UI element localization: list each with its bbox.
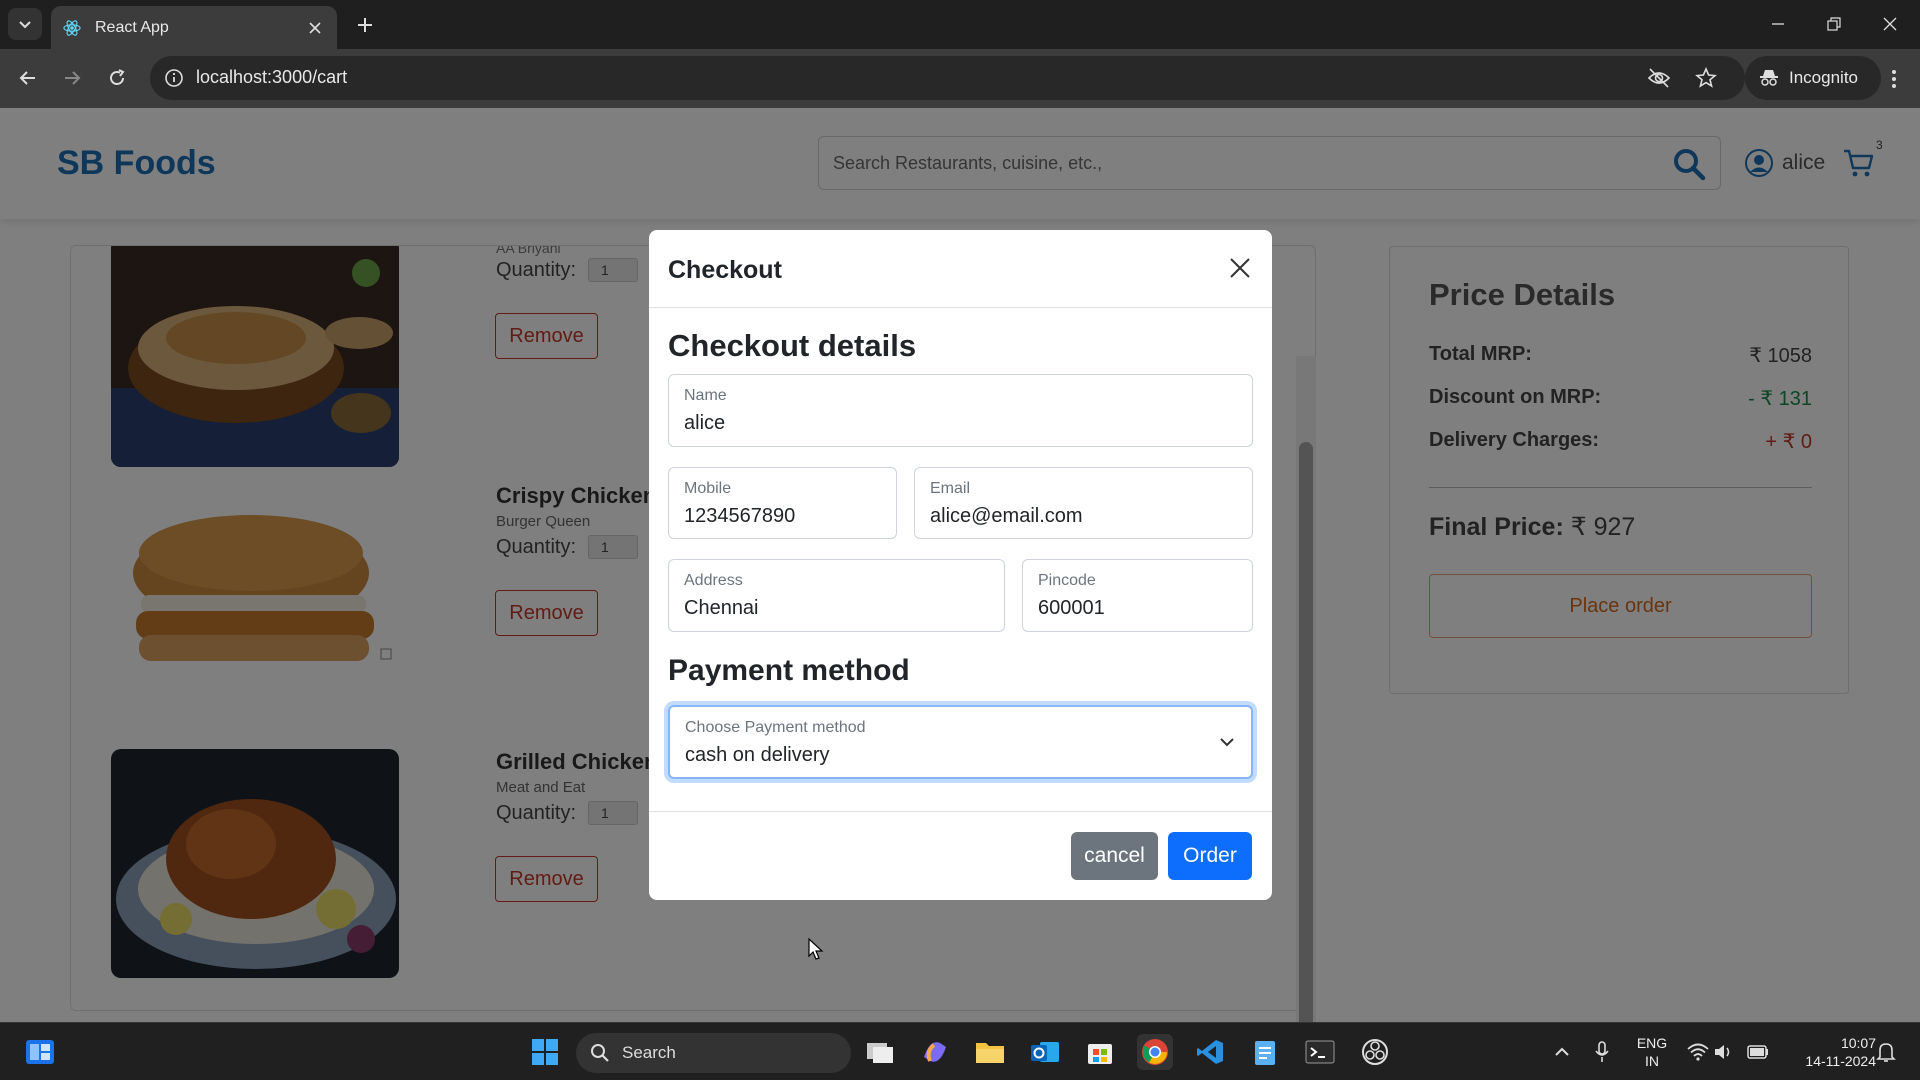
incognito-label: Incognito [1789,68,1858,87]
battery-icon[interactable] [1740,1034,1776,1070]
payment-method-value[interactable]: cash on delivery [685,744,830,767]
notification-bell-icon[interactable] [1868,1034,1904,1070]
pincode-label: Pincode [1038,572,1096,589]
page-viewport: SB Foods Search Restaurants, cuisine, et… [0,108,1920,1022]
browser-tab-active[interactable]: React App [51,6,337,49]
reload-button[interactable] [102,63,132,93]
clock[interactable]: 10:07 14-11-2024 [1780,1034,1876,1070]
browser-tabbar: React App [0,0,1920,49]
file-explorer-icon[interactable] [972,1034,1008,1070]
email-value[interactable]: alice@email.com [930,505,1083,528]
address-bar[interactable]: localhost:3000/cart [150,56,1745,100]
modal-header: Checkout [649,230,1272,308]
arrow-right-icon [65,71,81,85]
modal-title: Checkout [668,256,782,284]
checkout-details-heading: Checkout details [668,328,917,363]
pincode-field[interactable]: Pincode 600001 [1022,559,1253,632]
forward-button[interactable] [57,63,87,93]
address-value[interactable]: Chennai [684,597,759,620]
search-icon [591,1044,609,1062]
chrome-icon[interactable] [1137,1034,1173,1070]
address-field[interactable]: Address Chennai [668,559,1005,632]
chevron-up-icon[interactable] [1544,1034,1580,1070]
close-icon [1883,17,1897,31]
browser-menu-button[interactable] [1882,65,1906,93]
taskbar: Search ENG IN 10:07 14-11-2024 [0,1022,1920,1080]
payment-method-heading: Payment method [668,654,910,687]
tab-title: React App [95,18,169,36]
more-vertical-icon [1892,70,1896,88]
restore-icon [1827,17,1841,31]
widgets-icon[interactable] [22,1034,58,1070]
chevron-down-icon[interactable] [1219,734,1235,750]
email-field[interactable]: Email alice@email.com [914,467,1253,539]
volume-icon[interactable] [1706,1034,1742,1070]
payment-method-label: Choose Payment method [685,719,866,736]
notepad-icon[interactable] [1247,1034,1283,1070]
react-icon [63,19,81,36]
tab-close-icon[interactable] [305,18,325,38]
reload-icon [110,69,125,85]
mobile-label: Mobile [684,480,732,497]
modal-close-button[interactable] [1226,254,1254,282]
clock-time: 10:07 [1840,1035,1876,1051]
clock-date: 14-11-2024 [1805,1053,1876,1069]
payment-method-select[interactable]: Choose Payment method cash on delivery [668,705,1253,779]
back-button[interactable] [13,63,43,93]
new-tab-button[interactable] [352,12,378,38]
chevron-down-icon [19,21,31,29]
close-icon [1230,258,1250,278]
vscode-icon[interactable] [1192,1034,1228,1070]
eye-off-icon[interactable] [1647,67,1671,89]
outlook-icon[interactable] [1027,1034,1063,1070]
bookmark-star-icon[interactable] [1695,67,1717,89]
taskbar-search-label: Search [622,1043,676,1062]
minimize-button[interactable] [1760,10,1796,38]
mobile-value[interactable]: 1234567890 [684,505,795,528]
arrow-left-icon [19,71,35,85]
name-value[interactable]: alice [684,412,725,435]
order-button[interactable]: Order [1168,832,1252,880]
tab-search-button[interactable] [8,8,42,40]
microphone-icon[interactable] [1584,1034,1620,1070]
language-region: IN [1645,1053,1659,1069]
plus-icon [358,18,372,32]
language-indicator[interactable]: ENG IN [1628,1034,1676,1070]
mouse-cursor-icon [808,938,824,960]
name-field[interactable]: Name alice [668,374,1253,447]
address-label: Address [684,572,743,589]
checkout-modal: Checkout Checkout details Name alice Mob… [649,230,1272,900]
incognito-indicator[interactable]: Incognito [1745,56,1881,100]
url-text[interactable]: localhost:3000/cart [196,67,347,88]
taskbar-search[interactable]: Search [576,1033,851,1073]
modal-footer: cancel Order [649,811,1272,900]
cancel-button[interactable]: cancel [1071,832,1158,880]
pincode-value[interactable]: 600001 [1038,597,1105,620]
task-view-icon[interactable] [862,1034,898,1070]
start-windows-icon[interactable] [527,1034,563,1070]
info-icon[interactable] [164,68,184,88]
close-window-button[interactable] [1872,10,1908,38]
incognito-icon [1760,70,1778,86]
terminal-icon[interactable] [1302,1034,1338,1070]
copilot-icon[interactable] [917,1034,953,1070]
browser-toolbar: localhost:3000/cart Incognito [0,49,1920,108]
email-label: Email [930,480,971,497]
minimize-icon [1772,23,1784,25]
name-label: Name [684,387,727,404]
microsoft-store-icon[interactable] [1082,1034,1118,1070]
obs-icon[interactable] [1357,1034,1393,1070]
language-code: ENG [1636,1035,1668,1051]
restore-button[interactable] [1816,10,1852,38]
mobile-field[interactable]: Mobile 1234567890 [668,467,897,539]
